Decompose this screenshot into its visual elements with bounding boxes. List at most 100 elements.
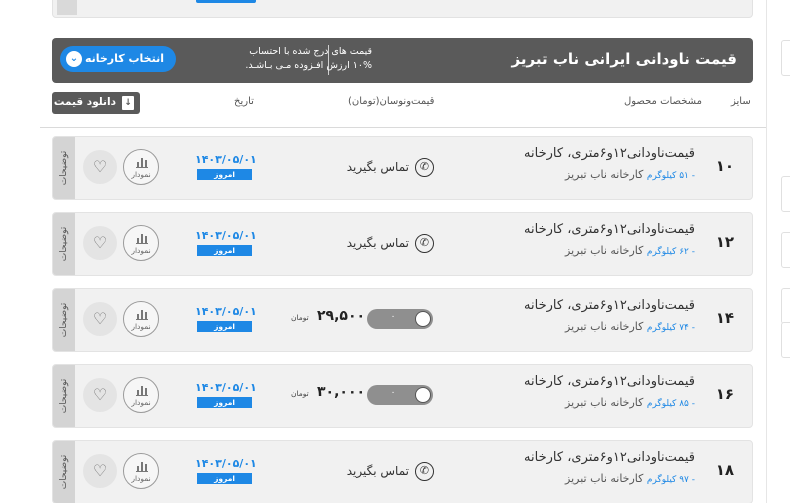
row-price: ۳۰,۰۰۰ <box>317 384 366 400</box>
table-row: توضیحات ♡ نمودار ۱۴۰۳/۰۵/۰۱ امروز ✆ تماس… <box>52 136 753 200</box>
product-name[interactable]: قیمت‌ناودانی۱۲و۶متری، کارخانه <box>524 222 695 237</box>
product-factory: - ۵۱ کیلوگرم کارخانه ناب تبریز <box>565 168 695 181</box>
factory-name: کارخانه ناب تبریز <box>565 472 644 485</box>
phone-icon: ✆ <box>415 234 434 253</box>
description-tab[interactable]: توضیحات <box>53 441 75 503</box>
contact-label: تماس بگیرید <box>346 464 409 478</box>
price-change-indicator: ۰ <box>367 385 433 405</box>
contact-price[interactable]: ✆ تماس بگیرید <box>343 233 434 255</box>
product-weight: - ۷۴ کیلوگرم <box>646 323 695 333</box>
price-change-knob <box>415 311 431 327</box>
product-name[interactable]: قیمت‌ناودانی۱۲و۶متری، کارخانه <box>524 298 695 313</box>
chart-label: نمودار <box>131 170 151 179</box>
row-date: ۱۴۰۳/۰۵/۰۱ <box>195 153 257 166</box>
row-date: ۱۴۰۳/۰۵/۰۱ <box>195 305 257 318</box>
table-row: توضیحات ♡ نمودار ۱۴۰۳/۰۵/۰۱ امروز ✆ تماس… <box>52 212 753 276</box>
contact-label: تماس بگیرید <box>346 236 409 250</box>
select-factory-button[interactable]: انتخاب کارخانه ⌄ <box>60 46 176 72</box>
today-badge: امروز <box>197 397 252 408</box>
description-tab[interactable]: توضیحات <box>53 365 75 427</box>
header-rule <box>40 127 766 128</box>
column-header-size: سایز <box>731 96 751 107</box>
contact-price[interactable]: ✆ تماس بگیرید <box>343 157 434 179</box>
bar-chart-icon <box>136 232 148 244</box>
vat-note: قیمت های درج شده با احتساب ۱۰% ارزش افـز… <box>192 45 372 73</box>
description-label: توضیحات <box>59 378 69 414</box>
heart-icon[interactable]: ♡ <box>83 378 117 412</box>
price-table-page: قیمت ناودانی ایرانی ناب تبریز قیمت های د… <box>0 0 790 503</box>
chevron-down-icon: ⌄ <box>66 51 82 67</box>
price-unit: تومان <box>291 389 309 398</box>
today-badge: امروز <box>197 169 252 180</box>
heart-icon[interactable]: ♡ <box>83 226 117 260</box>
column-header-date: تاریخ <box>234 96 254 107</box>
row-size: ۱۴ <box>715 309 734 327</box>
chart-button[interactable]: نمودار <box>123 149 159 185</box>
factory-name: کارخانه ناب تبریز <box>565 168 644 181</box>
factory-name: کارخانه ناب تبریز <box>565 244 644 257</box>
table-row: توضیحات ♡ نمودار ۱۴۰۳/۰۵/۰۱ امروز ✆ تماس… <box>52 440 753 503</box>
row-size: ۱۲ <box>715 233 734 251</box>
factory-name: کارخانه ناب تبریز <box>565 320 644 333</box>
product-name[interactable]: قیمت‌ناودانی۱۲و۶متری، کارخانه <box>524 450 695 465</box>
row-size: ۱۶ <box>715 385 734 403</box>
contact-price[interactable]: ✆ تماس بگیرید <box>343 461 434 483</box>
download-price-button[interactable]: ↓ دانلود قیمت <box>52 92 140 114</box>
side-widget[interactable] <box>781 232 790 268</box>
row-date: ۱۴۰۳/۰۵/۰۱ <box>195 457 257 470</box>
download-price-label: دانلود قیمت <box>53 96 116 108</box>
chart-label: نمودار <box>131 474 151 483</box>
product-factory: - ۷۴ کیلوگرم کارخانه ناب تبریز <box>565 320 695 333</box>
product-factory: - ۶۲ کیلوگرم کارخانه ناب تبریز <box>565 244 695 257</box>
description-tab[interactable]: توضیحات <box>53 213 75 275</box>
bar-chart-icon <box>136 156 148 168</box>
previous-row-card <box>52 0 753 18</box>
chart-label: نمودار <box>131 398 151 407</box>
description-label: توضیحات <box>59 226 69 262</box>
side-widget[interactable] <box>781 322 790 358</box>
table-row: توضیحات ♡ نمودار ۱۴۰۳/۰۵/۰۱ امروز تومان … <box>52 364 753 428</box>
phone-icon: ✆ <box>415 462 434 481</box>
description-label: توضیحات <box>59 302 69 338</box>
contact-label: تماس بگیرید <box>346 160 409 174</box>
heart-icon[interactable]: ♡ <box>83 454 117 488</box>
today-badge-previous <box>196 0 256 3</box>
bar-chart-icon <box>136 308 148 320</box>
today-badge: امروز <box>197 473 252 484</box>
table-row: توضیحات ♡ نمودار ۱۴۰۳/۰۵/۰۱ امروز تومان … <box>52 288 753 352</box>
heart-icon[interactable]: ♡ <box>83 302 117 336</box>
side-widget[interactable] <box>781 176 790 212</box>
product-weight: - ۶۲ کیلوگرم <box>646 247 695 257</box>
chart-button[interactable]: نمودار <box>123 301 159 337</box>
description-tab[interactable]: توضیحات <box>53 289 75 351</box>
description-label: توضیحات <box>59 150 69 186</box>
row-price: ۲۹,۵۰۰ <box>317 308 366 324</box>
phone-icon: ✆ <box>415 158 434 177</box>
download-icon: ↓ <box>122 96 134 110</box>
description-tab-previous[interactable] <box>57 0 77 15</box>
product-name[interactable]: قیمت‌ناودانی۱۲و۶متری، کارخانه <box>524 146 695 161</box>
chart-label: نمودار <box>131 246 151 255</box>
chart-button[interactable]: نمودار <box>123 225 159 261</box>
factory-name: کارخانه ناب تبریز <box>565 396 644 409</box>
chart-button[interactable]: نمودار <box>123 377 159 413</box>
side-widget[interactable] <box>781 40 790 76</box>
column-header-spec: مشخصات محصول <box>624 96 702 107</box>
product-name[interactable]: قیمت‌ناودانی۱۲و۶متری، کارخانه <box>524 374 695 389</box>
row-size: ۱۸ <box>715 461 734 479</box>
table-title: قیمت ناودانی ایرانی ناب تبریز <box>511 50 737 68</box>
product-weight: - ۵۱ کیلوگرم <box>646 171 695 181</box>
side-widget[interactable] <box>781 288 790 324</box>
vat-note-line2: ۱۰% ارزش افـزوده مـی بـاشـد. <box>245 60 372 71</box>
row-date: ۱۴۰۳/۰۵/۰۱ <box>195 229 257 242</box>
chart-button[interactable]: نمودار <box>123 453 159 489</box>
price-change-value: ۰ <box>390 312 396 322</box>
row-date: ۱۴۰۳/۰۵/۰۱ <box>195 381 257 394</box>
price-change-value: ۰ <box>390 388 396 398</box>
select-factory-label: انتخاب کارخانه <box>84 52 164 65</box>
vat-note-line1: قیمت های درج شده با احتساب <box>249 46 372 57</box>
today-badge: امروز <box>197 245 252 256</box>
heart-icon[interactable]: ♡ <box>83 150 117 184</box>
description-tab[interactable]: توضیحات <box>53 137 75 199</box>
price-change-indicator: ۰ <box>367 309 433 329</box>
